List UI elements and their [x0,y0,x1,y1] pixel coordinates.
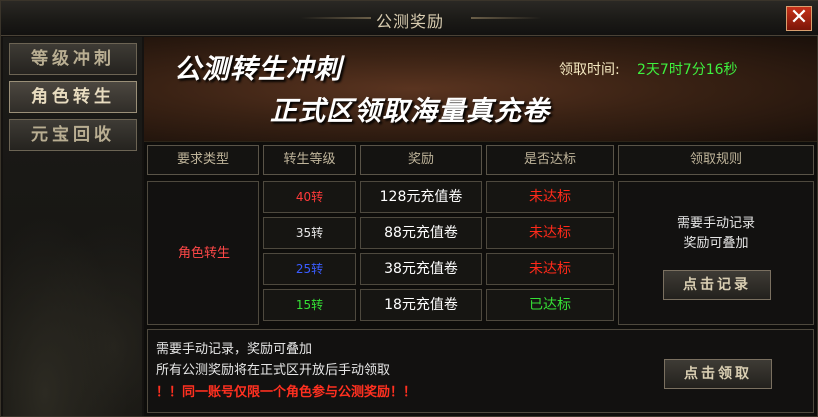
reward-cell: 88元充值卷 [360,217,482,249]
reward-cell: 38元充值卷 [360,253,482,285]
tab-ingot-recycle[interactable]: 元宝回收 [9,119,137,151]
header-rebirth-level: 转生等级 [263,145,356,175]
claim-time-countdown: 2天7时7分16秒 [637,62,738,78]
status-cell: 已达标 [486,289,614,321]
claim-button[interactable]: 点击领取 [664,359,772,389]
rebirth-level-cell: 15转 [263,289,356,321]
main-content: 公测转生冲刺 正式区领取海量真充卷 领取时间: 2天7时7分16秒 要求类型 转… [144,37,817,416]
notice-panel: 需要手动记录，奖励可叠加 所有公测奖励将在正式区开放后手动领取 ！！同一账号仅限… [147,329,814,413]
event-banner: 公测转生冲刺 正式区领取海量真充卷 领取时间: 2天7时7分16秒 [144,37,817,142]
notice-line-1: 需要手动记录，奖励可叠加 [156,342,313,357]
status-cell: 未达标 [486,217,614,249]
rule-manual-record: 需要手动记录 [676,216,755,231]
header-claim-rules: 领取规则 [618,145,814,175]
rebirth-level-cell: 35转 [263,217,356,249]
tab-role-rebirth[interactable]: 角色转生 [9,81,137,113]
claim-rules-cell: 需要手动记录 奖励可叠加 点击记录 [618,181,814,325]
header-status: 是否达标 [486,145,614,175]
claim-time-label: 领取时间: [559,62,620,78]
requirement-type-cell: 角色转生 [147,181,259,325]
header-reward: 奖励 [360,145,482,175]
rebirth-level-cell: 25转 [263,253,356,285]
window-title: 公测奖励 [375,12,444,31]
header-requirement-type: 要求类型 [147,145,259,175]
banner-title-line1: 公测转生冲刺 [174,54,342,85]
close-icon[interactable]: ✕ [790,5,808,30]
requirement-type-label: 角色转生 [177,246,230,261]
notice-warning: ！！同一账号仅限一个角色参与公测奖励！！ [156,385,417,400]
tab-level-sprint[interactable]: 等级冲刺 [9,43,137,75]
record-button[interactable]: 点击记录 [663,270,771,300]
reward-window: 公测奖励 ✕ 等级冲刺 角色转生 元宝回收 公测转生冲刺 正式区领取海量真充卷 … [0,0,818,417]
rule-stackable: 奖励可叠加 [683,236,749,251]
sidebar: 等级冲刺 角色转生 元宝回收 [3,37,142,416]
notice-line-2: 所有公测奖励将在正式区开放后手动领取 [156,363,391,378]
status-cell: 未达标 [486,253,614,285]
title-ornament-right [471,17,541,19]
title-bar: 公测奖励 ✕ [1,1,818,36]
reward-cell: 128元充值卷 [360,181,482,213]
banner-title-line2: 正式区领取海量真充卷 [270,96,550,127]
reward-cell: 18元充值卷 [360,289,482,321]
rebirth-level-cell: 40转 [263,181,356,213]
close-button[interactable]: ✕ [786,6,812,31]
status-cell: 未达标 [486,181,614,213]
